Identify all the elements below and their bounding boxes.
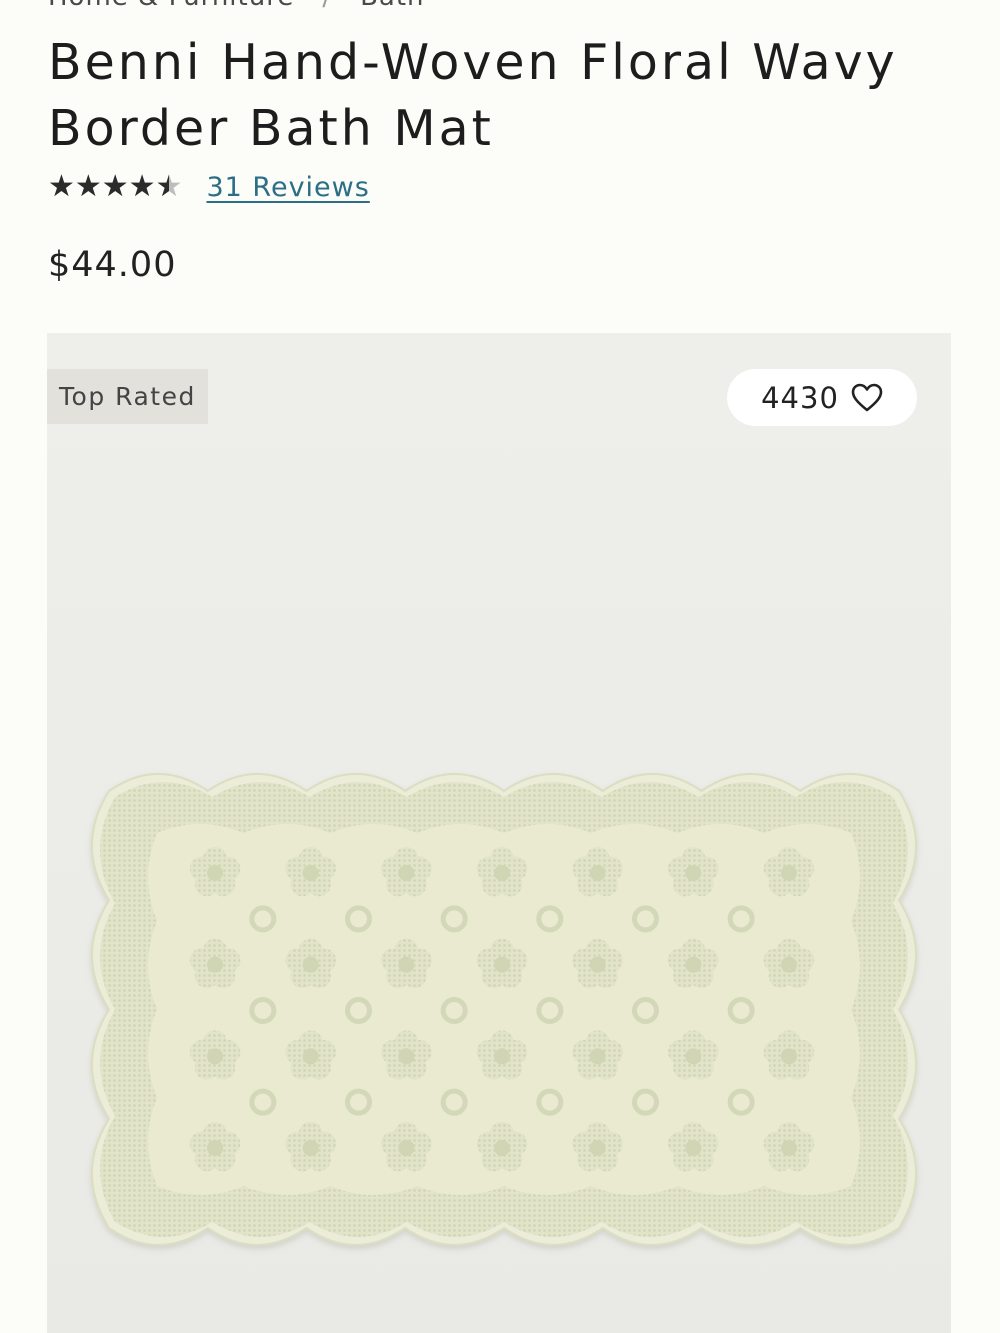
favorite-button[interactable]: 4430 [727, 369, 917, 426]
breadcrumb: Home & Furniture / Bath [48, 0, 425, 12]
top-rated-badge: Top Rated [47, 369, 208, 424]
rating-row: ★★★★★ ★★★★★ 31 Reviews [48, 170, 370, 204]
reviews-link[interactable]: 31 Reviews [206, 172, 369, 203]
star-rating[interactable]: ★★★★★ ★★★★★ [48, 170, 182, 204]
product-image[interactable]: Top Rated 4430 [47, 333, 951, 1333]
bath-mat-image [91, 773, 917, 1246]
product-price: $44.00 [48, 245, 177, 285]
product-title: Benni Hand-Woven Floral Wavy Border Bath… [48, 34, 898, 157]
breadcrumb-separator: / [322, 0, 332, 12]
favorites-count: 4430 [761, 380, 839, 415]
star-icon: ★★★★★ [48, 170, 169, 204]
heart-icon [851, 383, 883, 411]
breadcrumb-item-home-furniture[interactable]: Home & Furniture [48, 0, 294, 12]
breadcrumb-item-bath[interactable]: Bath [360, 0, 424, 12]
